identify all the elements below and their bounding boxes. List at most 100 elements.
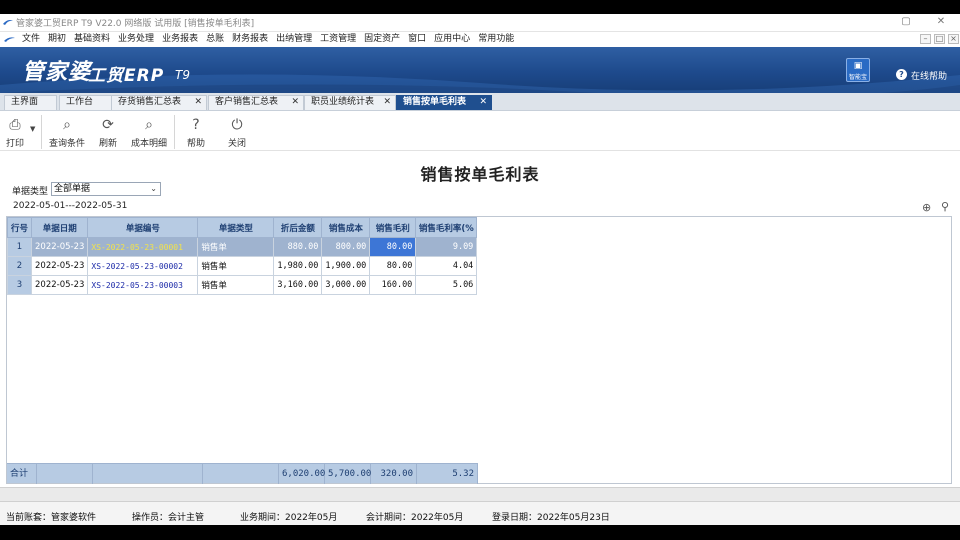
profit-cell[interactable]: 80.00 — [369, 237, 417, 257]
profit-cell[interactable]: 160.00 — [369, 275, 417, 295]
amount-cell[interactable]: 1,980.00 — [273, 256, 323, 276]
mdi-minimize-button[interactable]: – — [920, 34, 931, 44]
column-header[interactable]: 单据类型 — [197, 217, 275, 238]
menu-item[interactable]: 总账 — [206, 33, 224, 46]
row-number[interactable]: 2 — [7, 256, 32, 276]
column-header[interactable]: 折后金额 — [273, 217, 323, 238]
menu-item[interactable]: 业务处理 — [118, 33, 154, 46]
rate-cell[interactable]: 9.09 — [415, 237, 478, 257]
brand-name: 管家婆 — [22, 59, 92, 85]
date-cell[interactable]: 2022-05-23 — [30, 275, 89, 295]
table-row[interactable]: 1 2022-05-23 XS-2022-05-23-00001 销售单 880.00 8… — [7, 237, 478, 257]
cost-cell[interactable]: 800.00 — [321, 237, 371, 257]
row-number-text: 2 — [16, 261, 23, 271]
doc-code-cell[interactable]: XS-2022-05-23-00002 — [87, 256, 199, 276]
mdi-restore-button[interactable]: □ — [934, 34, 945, 44]
tab-2[interactable]: 工作台 — [59, 95, 112, 110]
amount-cell[interactable]: 3,160.00 — [273, 275, 323, 295]
power-icon: ⏻ — [231, 117, 243, 133]
column-header[interactable]: 单据日期 — [30, 217, 89, 238]
doc-type-cell-text: 销售单 — [201, 262, 227, 272]
close-report-button[interactable]: ⏻ 关闭 — [226, 117, 248, 149]
menu-item[interactable]: 基础资料 — [74, 33, 110, 46]
print-dropdown-icon[interactable]: ▼ — [30, 125, 35, 133]
doc-type-cell[interactable]: 销售单 — [197, 256, 275, 276]
tab-close-icon[interactable]: ✕ — [194, 96, 202, 109]
row-number[interactable]: 3 — [7, 275, 32, 295]
menu-item[interactable]: 业务报表 — [162, 33, 198, 46]
pin-icon[interactable]: ⚲ — [941, 200, 949, 213]
status-login-date: 登录日期：2022年05月23日 — [492, 513, 610, 523]
menu-list: 文件 期初 基础资料 业务处理 业务报表 总账 财务报表 出纳管理 工资管理 固定资产 窗口 应用中心… — [22, 33, 522, 46]
tab-label: 存货销售汇总表 — [118, 97, 182, 107]
menu-item[interactable]: 固定资产 — [364, 33, 400, 46]
print-label: 打印 — [5, 139, 24, 149]
window-close-button[interactable]: ✕ — [930, 15, 952, 29]
doc-code-cell-text: XS-2022-05-23-00002 — [91, 261, 183, 271]
column-header[interactable]: 单据编号 — [87, 217, 199, 238]
menu-item[interactable]: 出纳管理 — [276, 33, 312, 46]
doc-code-cell[interactable]: XS-2022-05-23-00003 — [87, 275, 199, 295]
tab-label: 客户销售汇总表 — [215, 97, 279, 107]
menu-item[interactable]: 财务报表 — [232, 33, 268, 46]
tab-6[interactable]: 销售按单毛利表 ✕ — [396, 95, 492, 110]
cost-cell-text: 3,000.00 — [325, 280, 367, 290]
toolbar-separator — [41, 115, 42, 149]
question-icon: ? — [192, 117, 200, 133]
cost-cell[interactable]: 1,900.00 — [321, 256, 371, 276]
doc-type-cell[interactable]: 销售单 — [197, 237, 275, 257]
menu-item[interactable]: 工资管理 — [320, 33, 356, 46]
column-header[interactable]: 销售毛利率(% — [415, 217, 478, 238]
help-button[interactable]: ? 帮助 — [185, 117, 207, 149]
cost-cell[interactable]: 3,000.00 — [321, 275, 371, 295]
row-number[interactable]: 1 — [7, 237, 32, 257]
column-header[interactable]: 销售成本 — [321, 217, 371, 238]
rate-cell-text: 9.09 — [452, 242, 474, 252]
smart-assistant-button[interactable]: ▣ 智能宝 — [846, 58, 870, 82]
rate-cell[interactable]: 4.04 — [415, 256, 478, 276]
tab-close-icon[interactable]: ✕ — [479, 96, 487, 109]
cost-cell-text: 800.00 — [335, 242, 367, 252]
tab-5[interactable]: 职员业绩统计表 ✕ — [304, 95, 396, 110]
tab-close-icon[interactable]: ✕ — [383, 96, 391, 109]
tab-3[interactable]: 存货销售汇总表 ✕ — [111, 95, 207, 110]
tab-close-icon[interactable]: ✕ — [291, 96, 299, 109]
tab-4[interactable]: 客户销售汇总表 ✕ — [208, 95, 304, 110]
window-restore-button[interactable]: ▢ — [895, 15, 917, 29]
doc-code-cell[interactable]: XS-2022-05-23-00001 — [87, 237, 199, 257]
online-help-link[interactable]: 在线帮助 — [911, 69, 947, 82]
menu-item[interactable]: 窗口 — [408, 33, 426, 46]
doc-type-select[interactable]: 全部单据 ⌄ — [51, 182, 161, 196]
date-cell[interactable]: 2022-05-23 — [30, 237, 89, 257]
date-cell[interactable]: 2022-05-23 — [30, 256, 89, 276]
window-titlebar: 管家婆工贸ERP T9 V22.0 网络版 试用版 [销售按单毛利表] ▢ ✕ — [0, 14, 960, 32]
amount-cell[interactable]: 880.00 — [273, 237, 323, 257]
refresh-button[interactable]: ⟳ 刷新 — [97, 117, 119, 149]
table-body: 1 2022-05-23 XS-2022-05-23-00001 销售单 880.00 8… — [7, 237, 478, 295]
brand-version: T9 — [175, 68, 190, 82]
column-header[interactable]: 行号 — [7, 217, 32, 238]
table-row[interactable]: 3 2022-05-23 XS-2022-05-23-00003 销售单 3,160.0… — [7, 275, 478, 295]
query-conditions-button[interactable]: ⌕ 查询条件 — [48, 117, 86, 149]
menu-logo-icon — [4, 37, 15, 42]
profit-cell[interactable]: 80.00 — [369, 256, 417, 276]
print-button[interactable]: ⎙ 打印 — [4, 117, 26, 149]
menu-item[interactable]: 文件 — [22, 33, 40, 46]
horizontal-scroll-area[interactable] — [0, 487, 960, 501]
table-row[interactable]: 2 2022-05-23 XS-2022-05-23-00002 销售单 1,980.0… — [7, 256, 478, 276]
cost-detail-button[interactable]: ⌕ 成本明细 — [130, 117, 168, 149]
doc-type-cell[interactable]: 销售单 — [197, 275, 275, 295]
rate-cell[interactable]: 5.06 — [415, 275, 478, 295]
menu-item[interactable]: 期初 — [48, 33, 66, 46]
mdi-close-button[interactable]: × — [948, 34, 959, 44]
table-total-row: 合计 6,020.00 5,700.00 320.00 5.32 — [7, 463, 478, 484]
help-circle-icon[interactable]: ? — [896, 69, 907, 80]
rate-cell-text: 5.06 — [452, 280, 474, 290]
column-header[interactable]: 销售毛利 — [369, 217, 417, 238]
tab-1[interactable]: 主界面 — [4, 95, 57, 110]
amount-cell-text: 1,980.00 — [277, 261, 319, 271]
menu-item[interactable]: 应用中心 — [434, 33, 470, 46]
date-range: 2022-05-01---2022-05-31 — [13, 201, 128, 211]
menu-item[interactable]: 常用功能 — [478, 33, 514, 46]
zoom-icon[interactable]: ⊕ — [922, 201, 931, 214]
